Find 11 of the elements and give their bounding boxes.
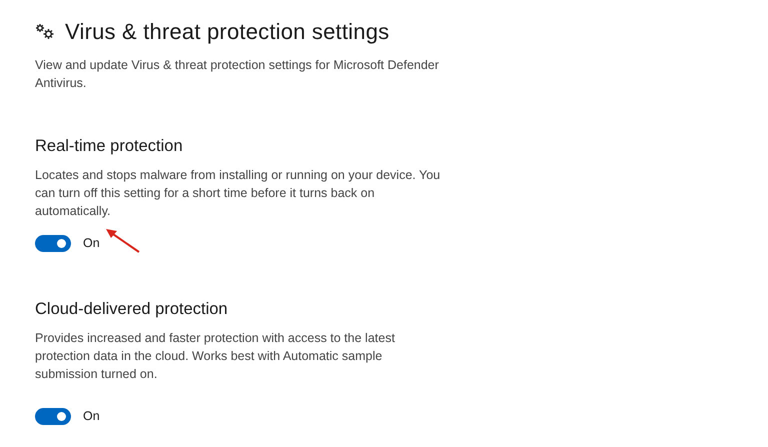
page-title: Virus & threat protection settings [65,18,390,46]
toggle-switch[interactable] [35,408,71,425]
section-description: Locates and stops malware from installing or running on your device. You can turn off this setting for a short time before it turns back on automatically. [35,167,442,220]
page-description: View and update Virus & threat protection settings for Microsoft Defender Antivirus. [35,57,440,92]
settings-icon [35,23,55,41]
toggle-label: On [83,235,100,252]
section-description: Provides increased and faster protection with access to the latest protection data in the cloud. Works best with Automatic sample submission turned on. [35,330,396,383]
toggle-label: On [83,408,100,425]
section-heading: Cloud-delivered protection [35,298,229,320]
section-heading: Real-time protection [35,136,184,157]
toggle-switch[interactable] [35,234,71,252]
